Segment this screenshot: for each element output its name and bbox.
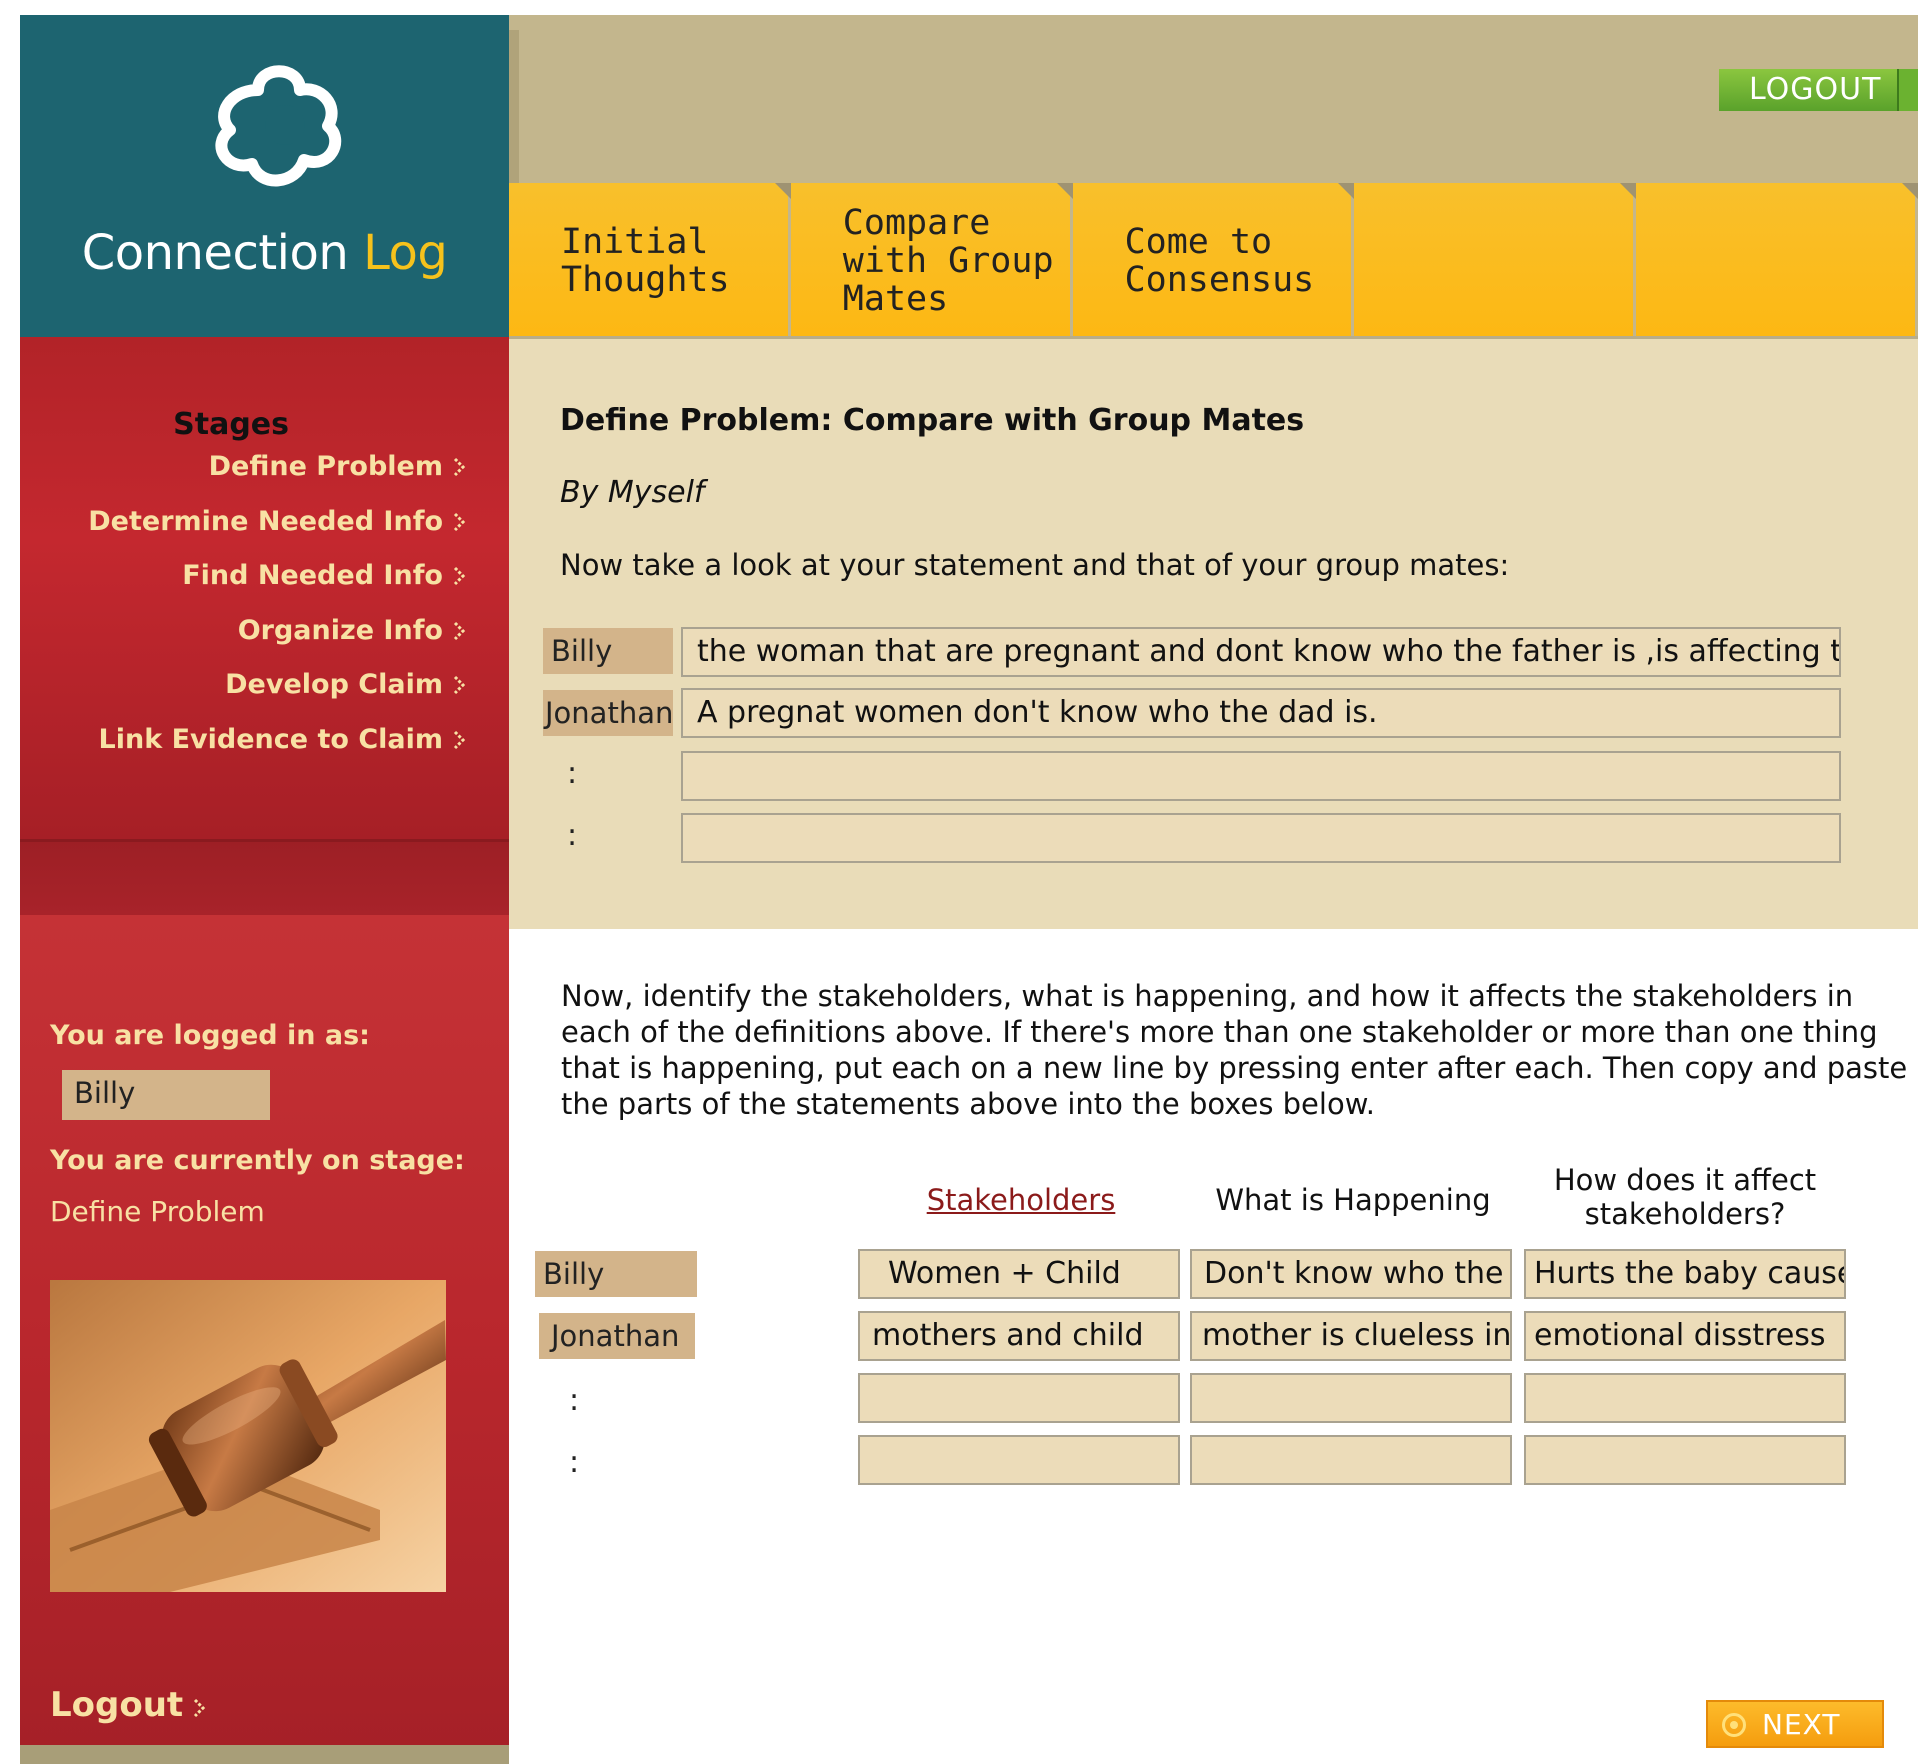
chevron-right-icon (453, 621, 466, 640)
chevron-right-icon (453, 675, 466, 695)
tab-label-line: Mates (842, 278, 949, 319)
chevron-right-icon (453, 566, 466, 586)
tab-empty-5[interactable] (1636, 183, 1918, 338)
column-header-how-it-affects: How does it affect stakeholders? (1553, 1163, 1817, 1231)
chevron-right-icon (194, 1698, 206, 1718)
sidebar-footer-strip (20, 1745, 509, 1764)
what-is-happening-field[interactable]: mother is clueless in (1190, 1311, 1512, 1361)
stage-label: Determine Needed Info (88, 505, 443, 537)
next-button[interactable]: NEXT (1706, 1700, 1884, 1748)
current-stage-value: Define Problem (50, 1195, 265, 1228)
tab-label: Initial Thoughts (561, 183, 730, 338)
tab-label-line: Consensus (1124, 259, 1315, 300)
stage-link-define-problem[interactable]: Define Problem (88, 452, 467, 507)
how-it-affects-field[interactable] (1524, 1435, 1846, 1485)
chevron-right-icon (453, 730, 466, 749)
mode-subtitle: By Myself (560, 475, 705, 510)
statement-field-empty[interactable] (681, 751, 1841, 801)
app-window: Connection Log Stages Define Problem Det… (20, 15, 1918, 1764)
gavel-image (50, 1280, 446, 1592)
column-header-what-is-happening: What is Happening (1215, 1183, 1491, 1217)
what-is-happening-field[interactable]: Don't know who the (1190, 1249, 1512, 1299)
sidebar-logout-link[interactable]: Logout (50, 1685, 207, 1725)
stage-link-develop-claim[interactable]: Develop Claim (88, 670, 467, 725)
logo-text-main: Connection (81, 225, 364, 281)
statement-field-billy[interactable]: the woman that are pregnant and dont kno… (681, 627, 1841, 677)
tab-empty-4[interactable] (1354, 183, 1637, 338)
trefoil-logo-icon (215, 65, 342, 187)
page-title: Define Problem: Compare with Group Mates (560, 403, 1305, 438)
column-header-stakeholders[interactable]: Stakeholders (860, 1183, 1182, 1217)
tab-label: Come to Consensus (1125, 183, 1315, 338)
statement-name-empty: : (567, 756, 578, 791)
next-label: NEXT (1762, 1708, 1841, 1741)
stage-link-link-evidence[interactable]: Link Evidence to Claim (88, 723, 467, 780)
stage-label: Find Needed Info (182, 560, 443, 591)
chevron-right-icon (453, 457, 466, 477)
row-name-empty: : (569, 1383, 580, 1418)
stage-label: Organize Info (237, 614, 443, 646)
chevron-right-icon (453, 512, 466, 531)
what-is-happening-field[interactable] (1190, 1373, 1512, 1423)
stage-label: Develop Claim (225, 669, 443, 700)
sidebar-spacer (20, 842, 509, 915)
logo-panel: Connection Log (20, 15, 509, 337)
statement-field-empty[interactable] (681, 813, 1841, 863)
logo-text-accent: Log (363, 225, 448, 281)
stakeholders-field[interactable] (858, 1373, 1180, 1423)
tab-compare-with-group-mates[interactable]: Compare with Group Mates (790, 183, 1073, 338)
current-user: Billy (62, 1070, 270, 1120)
stakeholders-field[interactable] (858, 1435, 1180, 1485)
tab-label-line: Come to (1124, 221, 1273, 262)
stage-label: Define Problem (208, 451, 443, 482)
stages-list: Define Problem Determine Needed Info Fin… (88, 452, 467, 779)
stage-label: Link Evidence to Claim (98, 723, 443, 755)
tab-label-line: Thoughts (561, 259, 730, 300)
how-it-affects-field[interactable]: Hurts the baby cause (1524, 1249, 1846, 1299)
statement-name-billy: Billy (543, 628, 673, 674)
logged-in-label: You are logged in as: (50, 1020, 370, 1051)
how-it-affects-field[interactable]: emotional disstress (1524, 1311, 1846, 1361)
tab-label-line: with Group (842, 240, 1054, 281)
stages-heading: Stages (173, 407, 289, 442)
what-is-happening-field[interactable] (1190, 1435, 1512, 1485)
stakeholders-field[interactable]: Women + Child (858, 1249, 1180, 1299)
row-name-billy: Billy (535, 1251, 697, 1297)
row-name-empty: : (569, 1445, 580, 1480)
statement-field-jonathan[interactable]: A pregnat women don't know who the dad i… (681, 688, 1841, 738)
stakeholders-field[interactable]: mothers and child (858, 1311, 1180, 1361)
stage-link-determine-needed-info[interactable]: Determine Needed Info (88, 505, 467, 562)
statement-name-jonathan: Jonathan (543, 690, 673, 736)
header-bar (509, 15, 1918, 183)
stage-link-find-needed-info[interactable]: Find Needed Info (88, 561, 467, 616)
tab-come-to-consensus[interactable]: Come to Consensus (1072, 183, 1355, 338)
row-name-jonathan: Jonathan (539, 1313, 695, 1359)
tab-initial-thoughts[interactable]: Initial Thoughts (509, 183, 791, 338)
tab-label-line: Initial (561, 221, 709, 262)
app-logo-text: Connection Log (20, 225, 509, 281)
logout-button[interactable]: LOGOUT (1719, 69, 1918, 111)
stage-link-organize-info[interactable]: Organize Info (88, 614, 467, 671)
logout-label: Logout (50, 1685, 184, 1725)
circle-next-icon (1722, 1713, 1746, 1737)
how-it-affects-field[interactable] (1524, 1373, 1846, 1423)
stage-tabs: Initial Thoughts Compare with Group Mates C… (509, 183, 1918, 338)
current-stage-label: You are currently on stage: (50, 1145, 465, 1176)
instructions-text: Now, identify the stakeholders, what is … (561, 979, 1908, 1121)
stages-panel: Stages Define Problem Determine Needed I… (20, 337, 509, 841)
header-edge (509, 30, 519, 183)
statement-name-empty: : (567, 818, 578, 853)
tab-label: Compare with Group Mates (843, 183, 1054, 338)
intro-text: Now take a look at your statement and th… (560, 548, 1510, 582)
tab-label-line: Compare (842, 202, 991, 243)
